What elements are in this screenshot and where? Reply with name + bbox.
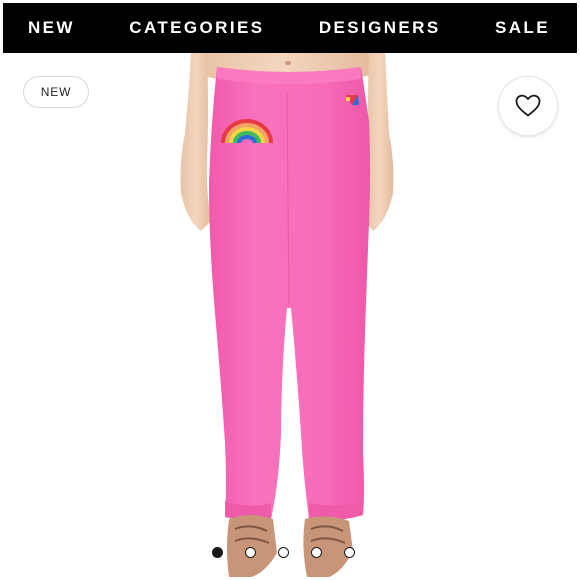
carousel-dot-2[interactable] (244, 546, 256, 558)
nav-item-sale[interactable]: SALE (495, 18, 550, 38)
heart-outline-icon (515, 94, 541, 117)
carousel-dot-1[interactable] (211, 546, 223, 558)
product-image (180, 53, 394, 577)
wishlist-button[interactable] (498, 76, 558, 136)
nav-item-designers[interactable]: DESIGNERS (319, 18, 441, 38)
carousel-dot-3[interactable] (277, 546, 289, 558)
carousel-indicators (3, 543, 577, 561)
nav-item-categories[interactable]: CATEGORIES (129, 18, 264, 38)
product-image-carousel[interactable]: NEW (3, 53, 577, 577)
carousel-dot-4[interactable] (310, 546, 322, 558)
navel (285, 61, 291, 65)
model-left-arm (180, 53, 211, 231)
top-navigation-bar: NEW CATEGORIES DESIGNERS SALE (3, 3, 577, 53)
new-badge: NEW (23, 76, 89, 108)
nav-item-new[interactable]: NEW (28, 18, 75, 38)
carousel-dot-5[interactable] (343, 546, 355, 558)
